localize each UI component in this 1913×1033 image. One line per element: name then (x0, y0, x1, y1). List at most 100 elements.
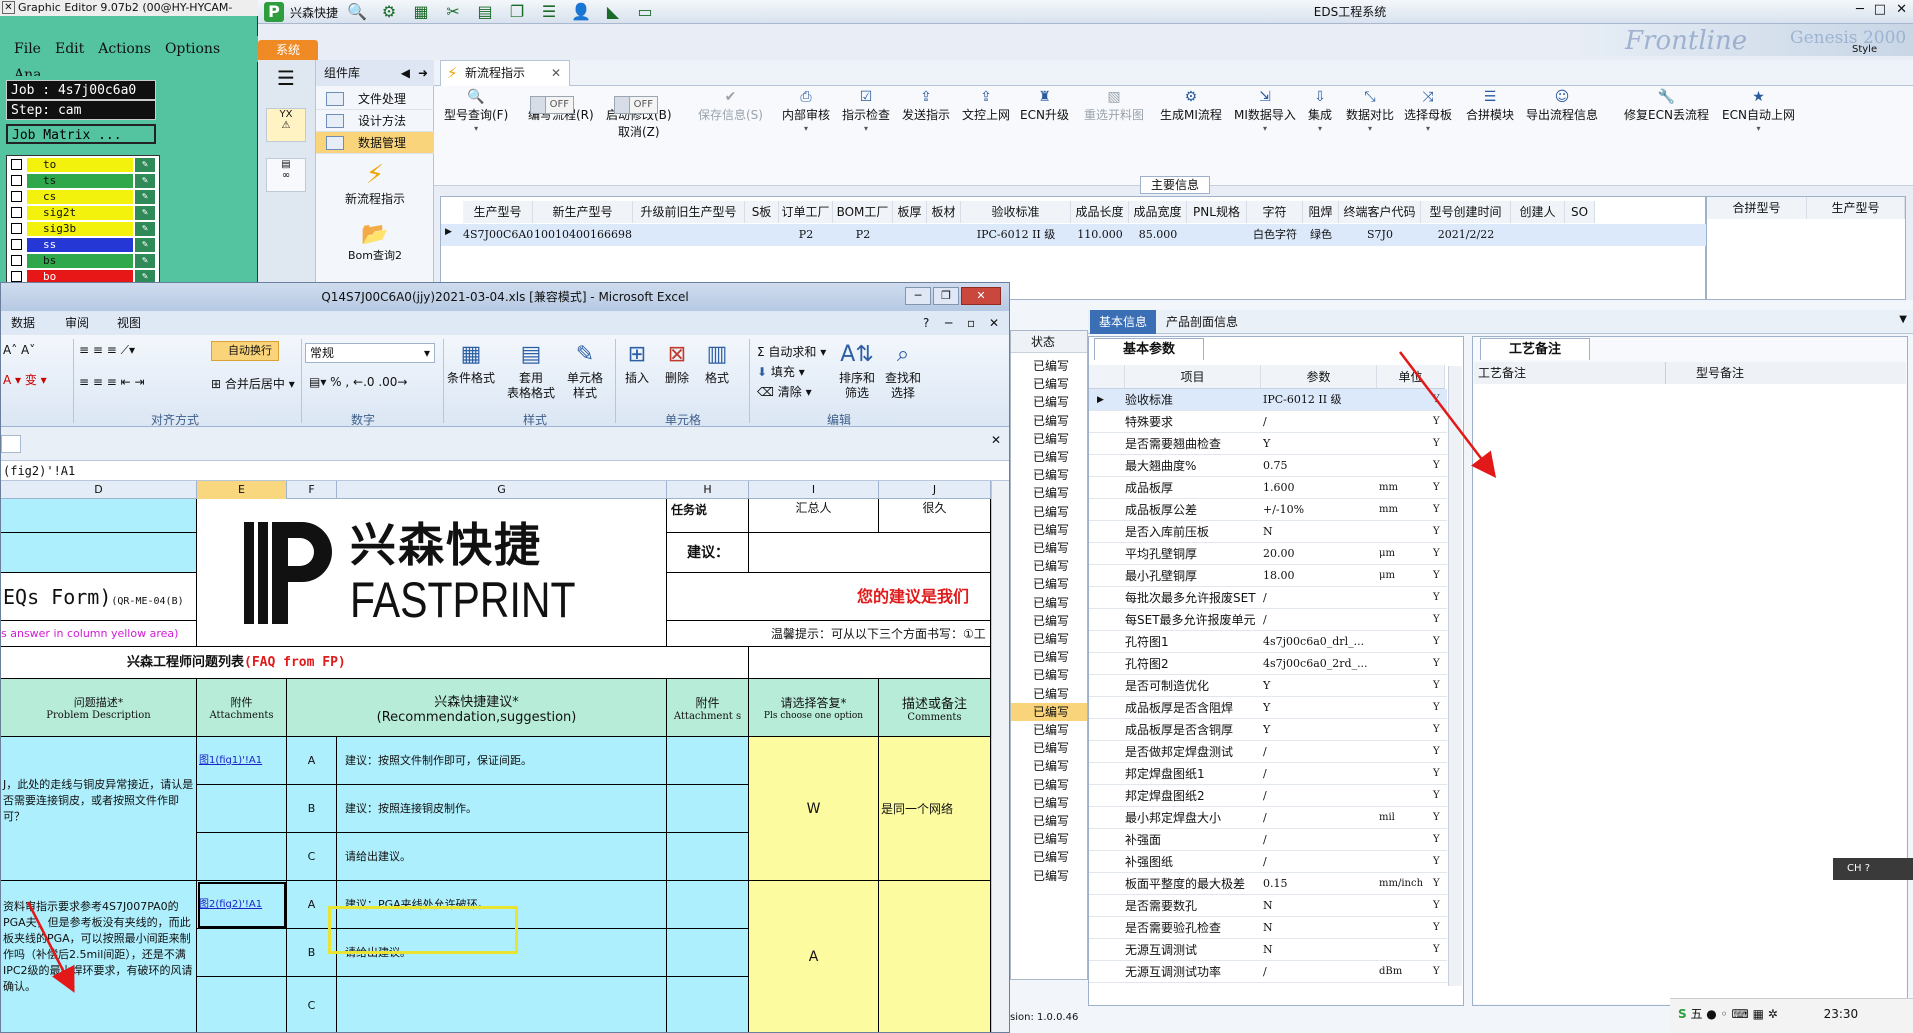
maximize-icon[interactable]: □ (1874, 2, 1886, 17)
align-left-icons[interactable]: ≡ ≡ ≡ ⇤ ⇥ (79, 375, 145, 389)
help-icon[interactable]: ? (1865, 863, 1870, 874)
status-item[interactable]: 已编写 (1033, 648, 1069, 666)
param-row[interactable]: 板面平整度的最大极差 0.15 mm/inch Y (1089, 873, 1447, 895)
grid-header[interactable]: 字符 (1247, 201, 1303, 223)
scissors-icon[interactable]: ✂ (440, 2, 466, 22)
pen-icon[interactable]: ✎ (135, 222, 155, 236)
ecn-auto-online-button[interactable]: ★ ECN自动上网 ▾ (1722, 88, 1795, 135)
table-icon[interactable]: ▦ (408, 2, 434, 22)
integrate-button[interactable]: ⇩ 集成 ▾ (1308, 88, 1332, 135)
save-info-button[interactable]: ✔ 保存信息(S) (698, 88, 763, 123)
menu-file[interactable]: File (14, 36, 41, 62)
merge-module-button[interactable]: ☰ 合拼模块 (1466, 88, 1514, 123)
cell[interactable] (197, 977, 287, 1032)
attachment-1-cell[interactable]: 图1(fig1)'!A1 (197, 737, 287, 785)
comment-1-cell[interactable]: 是同一个网络 (879, 737, 991, 881)
status-item[interactable]: 已编写 (1033, 812, 1069, 830)
font-size-buttons[interactable]: A˄ A˅ (3, 343, 35, 357)
close-icon[interactable]: ✕ (2, 1, 15, 14)
grid-header[interactable]: 成品长度 (1071, 201, 1129, 223)
attachment-2-cell[interactable]: 图2(fig2)'!A1 (197, 881, 287, 929)
pen-icon[interactable]: ✎ (135, 174, 155, 188)
grid-cell[interactable]: 白色字符 (1247, 224, 1303, 246)
fix-ecn-button[interactable]: 🔧 修复ECN丢流程 (1624, 88, 1709, 123)
layer-row[interactable]: ts ✎ (9, 173, 157, 189)
header-suggestion[interactable]: 兴森快捷建议* (Recommendation,suggestion) (287, 679, 667, 737)
status-item[interactable]: 已编写 (1033, 503, 1069, 521)
param-row[interactable]: 邦定焊盘图纸1 / Y (1089, 763, 1447, 785)
status-item[interactable]: 已编写 (1033, 375, 1069, 393)
grid-header[interactable]: S板 (745, 201, 779, 223)
pen-icon[interactable]: ✎ (135, 238, 155, 252)
status-item[interactable]: 已编写 (1033, 830, 1069, 848)
lib-item-design[interactable]: 设计方法 (316, 110, 434, 132)
layer-checkbox[interactable] (11, 239, 22, 250)
cell[interactable] (667, 977, 749, 1032)
param-row[interactable]: 孔符图2 4s7j00c6a0_2rd_... Y (1089, 653, 1447, 675)
problem-1-cell[interactable]: J，此处的走线与铜皮异常接近，请认是否需要连接铜皮，或者按照文件作即可？ (1, 737, 197, 881)
grid-cell[interactable] (927, 224, 961, 246)
grid-cell[interactable]: P2 (833, 224, 893, 246)
grid-header[interactable]: 板厚 (893, 201, 927, 223)
layer-checkbox[interactable] (11, 159, 22, 170)
layer-checkbox[interactable] (11, 191, 22, 202)
grid-cell[interactable] (893, 224, 927, 246)
form-title-cell[interactable]: EQs Form)(QR-ME-04(B) (1, 573, 197, 621)
layer-checkbox[interactable] (11, 255, 22, 266)
cell-styles-button[interactable]: ✎ 单元格 样式 (567, 339, 603, 401)
param-row[interactable]: 是否入库前压板 N Y (1089, 521, 1447, 543)
status-item[interactable]: 已编写 (1033, 448, 1069, 466)
param-row[interactable]: 最小孔壁铜厚 18.00 μm Y (1089, 565, 1447, 587)
close-icon[interactable]: ✕ (1896, 2, 1907, 17)
film-icon[interactable]: ▤ (472, 2, 498, 22)
cell[interactable] (749, 647, 991, 679)
cell[interactable] (197, 785, 287, 833)
grid-header[interactable]: PNL规格 (1187, 201, 1247, 223)
status-item[interactable]: 已编写 (1033, 484, 1069, 502)
status-item[interactable]: 已编写 (1033, 630, 1069, 648)
param-row[interactable]: 孔符图1 4s7j00c6a0_drl_... Y (1089, 631, 1447, 653)
number-format-icons[interactable]: ▤▾ % , ←.0 .00→ (309, 375, 407, 389)
menu-icon[interactable]: ☰ (266, 66, 306, 100)
tab-data[interactable]: 数据 (11, 311, 35, 335)
problem-2-cell[interactable]: 资料审指示要求参考4S7J007PA0的PGA夫，但是参考板没有夹线的，而此板夹… (1, 881, 197, 1032)
grid-cell[interactable] (745, 224, 779, 246)
ecn-upgrade-button[interactable]: ♜ ECN升级 (1020, 88, 1069, 123)
grid-cell[interactable]: 绿色 (1303, 224, 1339, 246)
close-icon[interactable]: ✕ (989, 311, 999, 335)
chart-icon[interactable]: ◣ (600, 2, 626, 22)
clear-button[interactable]: ⌫ 清除 ▾ (757, 383, 812, 400)
grid-cell[interactable]: 85.000 (1129, 224, 1187, 246)
header-comments[interactable]: 描述或备注 Comments (879, 679, 991, 737)
layer-row[interactable]: bs ✎ (9, 253, 157, 269)
internal-review-button[interactable]: ⎙ 内部审核 ▾ (782, 88, 830, 135)
reselect-cut-button[interactable]: ▧ 重选开料图 (1084, 88, 1144, 123)
tool-new-flow[interactable]: ⚡ 新流程指示 (316, 160, 434, 207)
tab-profile-info[interactable]: 产品剖面信息 (1160, 310, 1238, 334)
status-item[interactable]: 已编写 (1033, 430, 1069, 448)
layer-checkbox[interactable] (11, 223, 22, 234)
process-notes-body[interactable] (1474, 384, 1906, 1004)
cell[interactable] (667, 929, 749, 977)
cell[interactable]: 很久 (879, 499, 991, 533)
minimize-icon[interactable]: ─ (1856, 2, 1864, 17)
name-box[interactable] (1, 435, 21, 453)
doc-online-button[interactable]: ⇪ 文控上网 (962, 88, 1010, 123)
param-row[interactable]: 是否需要数孔 N Y (1089, 895, 1447, 917)
status-item[interactable]: 已编写 (1033, 794, 1069, 812)
minimize-icon[interactable]: ─ (905, 287, 931, 305)
status-item[interactable]: 已编写 (1033, 539, 1069, 557)
format-as-table-button[interactable]: ▤ 套用 表格格式 (507, 339, 555, 401)
status-item[interactable]: 已编写 (1033, 739, 1069, 757)
header-attachment-2[interactable]: 附件 Attachment s (667, 679, 749, 737)
restore-icon[interactable]: ▫ (967, 311, 975, 335)
option-text[interactable]: 请给出建议。 (337, 833, 667, 881)
data-compare-button[interactable]: ⤡ 数据对比 ▾ (1346, 88, 1394, 135)
lib-item-data[interactable]: 数据管理 (316, 132, 434, 154)
calculator-icon[interactable]: ▤ ∞ (266, 158, 306, 192)
grid-header[interactable]: 成品宽度 (1129, 201, 1187, 223)
write-flow-toggle[interactable]: OFF (530, 96, 574, 114)
suggest-red-cell[interactable]: 您的建议是我们 (667, 573, 991, 621)
cell[interactable] (749, 533, 991, 573)
close-icon[interactable]: ✕ (551, 61, 561, 85)
